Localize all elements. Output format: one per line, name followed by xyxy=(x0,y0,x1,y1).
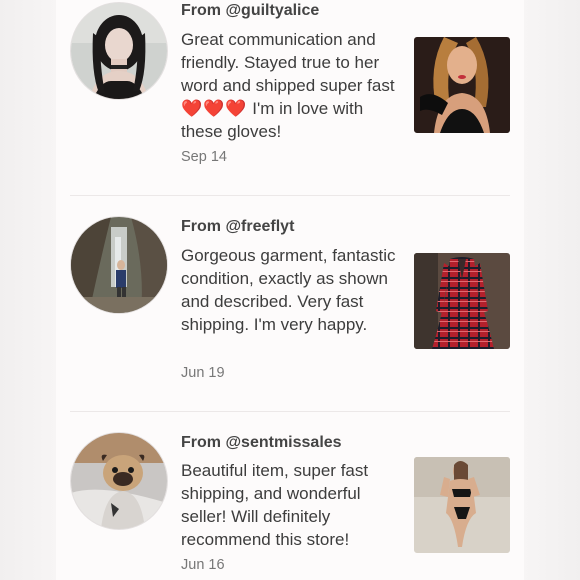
avatar[interactable] xyxy=(70,2,168,100)
item-thumbnail[interactable] xyxy=(414,457,510,553)
review-text-part: Great communication and friendly. Stayed… xyxy=(181,30,395,95)
review-text: Gorgeous garment, fantastic condition, e… xyxy=(181,246,396,334)
avatar[interactable] xyxy=(70,216,168,314)
review-author[interactable]: From @guiltyalice xyxy=(181,2,319,20)
hearts-emoji: ❤️❤️❤️ xyxy=(181,99,248,118)
review-item: From @freeflyt Gorgeous garment, fantast… xyxy=(70,196,510,411)
left-margin xyxy=(0,0,56,580)
item-thumbnail[interactable] xyxy=(414,37,510,133)
right-margin xyxy=(524,0,580,580)
review-date: Jun 19 xyxy=(181,365,225,381)
review-text: Beautiful item, super fast shipping, and… xyxy=(181,461,369,549)
review-item: From @sentmissales Beautiful item, super… xyxy=(70,412,510,580)
review-text: Great communication and friendly. Stayed… xyxy=(181,28,397,143)
item-thumbnail[interactable] xyxy=(414,253,510,349)
review-date: Jun 16 xyxy=(181,557,225,573)
review-author[interactable]: From @freeflyt xyxy=(181,218,294,236)
review-author[interactable]: From @sentmissales xyxy=(181,434,342,452)
review-item: From @guiltyalice Great communication an… xyxy=(70,0,510,195)
avatar[interactable] xyxy=(70,432,168,530)
review-date: Sep 14 xyxy=(181,149,227,165)
